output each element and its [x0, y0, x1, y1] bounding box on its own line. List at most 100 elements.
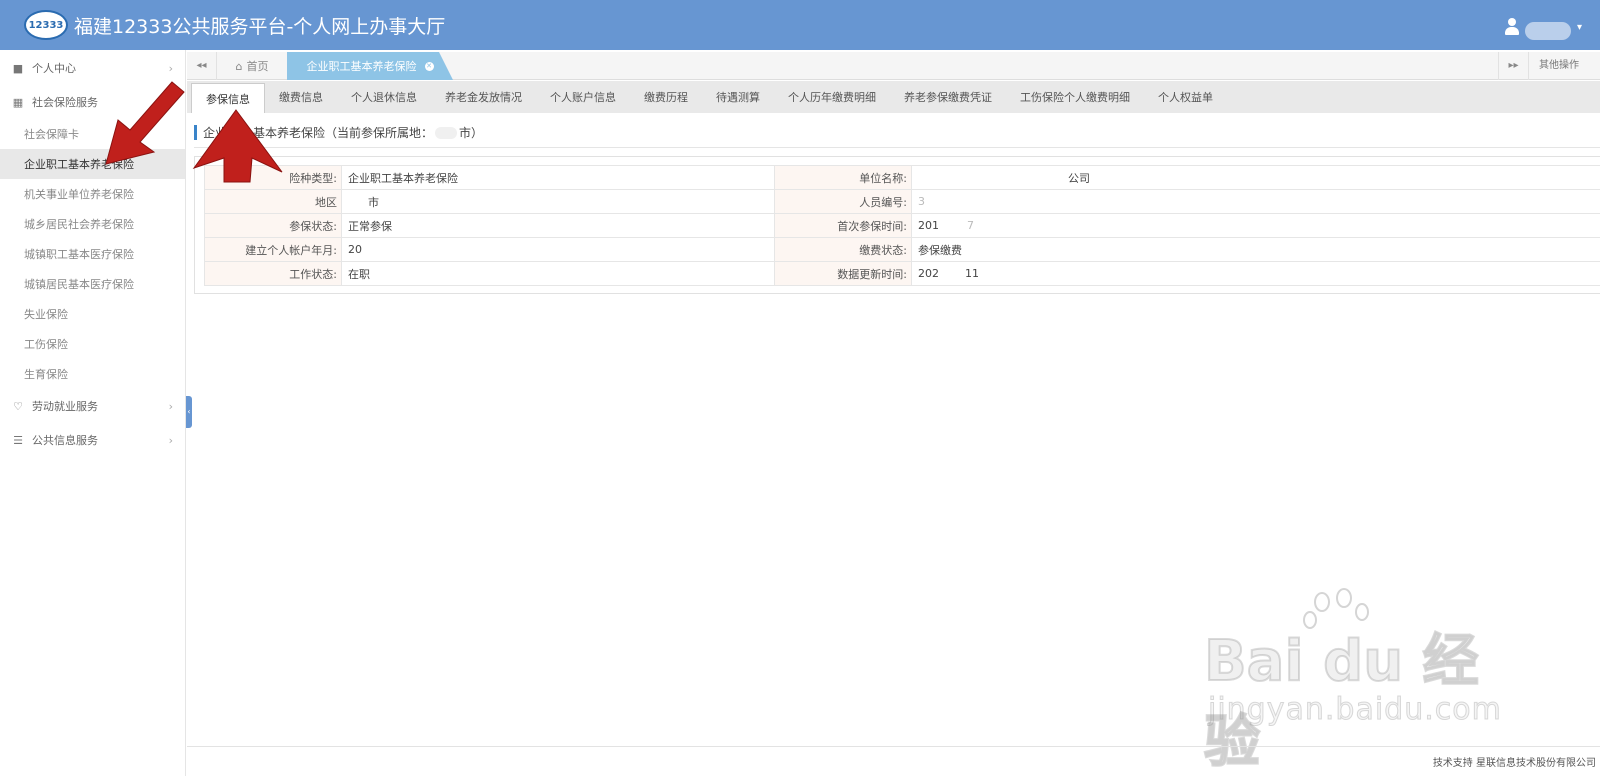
sidebar-item-work-injury[interactable]: 工伤保险 [0, 329, 185, 359]
value-data-update-time: 202 11 [911, 261, 1600, 286]
update-time-prefix: 202 [918, 267, 939, 280]
grid-icon: ▦ [12, 95, 24, 109]
sidebar-group-label: 个人中心 [32, 62, 76, 75]
sidebar-item-employee-medical[interactable]: 城镇职工基本医疗保险 [0, 239, 185, 269]
table-row: 参保状态: 正常参保 首次参保时间: 201 7 [204, 213, 1600, 238]
subtab-insurance-info[interactable]: 参保信息 [191, 83, 265, 113]
user-menu[interactable]: ▾ [1504, 14, 1582, 40]
value-work-status: 在职 [341, 261, 775, 286]
chevron-right-icon: › [168, 399, 173, 413]
sidebar-group-social-insurance[interactable]: ▦ 社会保险服务 ⌄ [0, 85, 185, 119]
first-enroll-prefix: 201 [918, 219, 939, 232]
subtab-retirement-info[interactable]: 个人退休信息 [337, 81, 431, 113]
table-row: 工作状态: 在职 数据更新时间: 202 11 [204, 261, 1600, 286]
other-operations-button[interactable]: 其他操作 [1528, 52, 1600, 80]
sidebar-group-label: 劳动就业服务 [32, 400, 98, 413]
label-payment-status: 缴费状态: [774, 237, 912, 262]
user-icon: ■ [12, 61, 24, 75]
value-employer-name: 公司 [911, 165, 1600, 190]
table-row: 地区 市 人员编号: 3 [204, 189, 1600, 214]
table-row: 建立个人帐户年月: 20 缴费状态: 参保缴费 [204, 237, 1600, 262]
insurance-info-table: 险种类型: 企业职工基本养老保险 单位名称: 公司 地区 市 人员编号: 3 参… [204, 165, 1600, 286]
label-person-id: 人员编号: [774, 189, 912, 214]
subtab-pension-payout[interactable]: 养老金发放情况 [431, 81, 536, 113]
tab-enterprise-pension[interactable]: 企业职工基本养老保险 ✕ [287, 52, 453, 80]
sidebar-item-social-security-card[interactable]: 社会保障卡 [0, 119, 185, 149]
baidu-watermark: Bai du 经验 jingyan.baidu.com [1200, 588, 1502, 776]
app-title: 福建12333公共服务平台-个人网上办事大厅 [74, 16, 446, 38]
value-first-enroll-date: 201 7 [911, 213, 1600, 238]
chevron-down-icon: ⌄ [163, 95, 173, 109]
sidebar-group-label: 社会保险服务 [32, 96, 98, 109]
label-insurance-status: 参保状态: [204, 213, 342, 238]
logo-text: 12333 [28, 19, 64, 31]
first-enroll-suffix: 7 [967, 219, 974, 232]
value-person-id: 3 [911, 189, 1600, 214]
section-title: 企业 基本养老保险（当前参保所属地： 市） [194, 124, 483, 141]
tab-home-label: 首页 [246, 60, 269, 73]
footer-text: 技术支持 星联信息技术股份有限公司 [1432, 758, 1596, 769]
title-accent-bar [194, 125, 197, 140]
sidebar-item-urban-rural-pension[interactable]: 城乡居民社会养老保险 [0, 209, 185, 239]
chevron-right-icon: › [168, 433, 173, 447]
subtab-account-info[interactable]: 个人账户信息 [536, 81, 630, 113]
tab-bar: ◂◂ ⌂ 首页 企业职工基本养老保险 ✕ ▸▸ 其他操作 [187, 52, 1600, 80]
section-title-part3: 市） [459, 126, 484, 140]
subtab-benefit-calc[interactable]: 待遇测算 [702, 81, 774, 113]
divider [194, 147, 1600, 148]
heart-icon: ♡ [13, 399, 23, 413]
label-data-update-time: 数据更新时间: [774, 261, 912, 286]
label-work-status: 工作状态: [204, 261, 342, 286]
sidebar-item-enterprise-pension[interactable]: 企业职工基本养老保险 [0, 149, 185, 179]
watermark-url: jingyan.baidu.com [1208, 692, 1502, 728]
sidebar-item-maternity[interactable]: 生育保险 [0, 359, 185, 389]
blurred-text [435, 126, 458, 139]
sidebar-group-label: 公共信息服务 [32, 434, 98, 447]
label-first-enroll-date: 首次参保时间: [774, 213, 912, 238]
subtab-payment-history[interactable]: 缴费历程 [630, 81, 702, 113]
blurred-text [229, 126, 252, 139]
sidebar-item-resident-medical[interactable]: 城镇居民基本医疗保险 [0, 269, 185, 299]
sidebar-collapse-handle[interactable]: ‹ [186, 396, 192, 428]
footer-divider [187, 746, 1600, 747]
update-time-suffix: 11 [965, 267, 979, 280]
sidebar-item-institution-pension[interactable]: 机关事业单位养老保险 [0, 179, 185, 209]
subtab-yearly-details[interactable]: 个人历年缴费明细 [774, 81, 890, 113]
chevron-right-icon: › [168, 61, 173, 75]
table-row: 险种类型: 企业职工基本养老保险 单位名称: 公司 [204, 165, 1600, 190]
tab-active-label: 企业职工基本养老保险 [306, 60, 417, 73]
list-icon: ☰ [13, 433, 23, 447]
subtab-injury-details[interactable]: 工伤保险个人缴费明细 [1006, 81, 1144, 113]
close-icon[interactable]: ✕ [424, 61, 434, 71]
subtab-payment-certificate[interactable]: 养老参保缴费凭证 [890, 81, 1006, 113]
label-employer-name: 单位名称: [774, 165, 912, 190]
tab-scroll-right-button[interactable]: ▸▸ [1498, 52, 1528, 80]
subtab-payment-info[interactable]: 缴费信息 [265, 81, 337, 113]
sidebar: ■ 个人中心 › ▦ 社会保险服务 ⌄ 社会保障卡 企业职工基本养老保险 机关事… [0, 50, 186, 776]
value-region: 市 [341, 189, 775, 214]
label-account-month: 建立个人帐户年月: [204, 237, 342, 262]
tab-scroll-left-button[interactable]: ◂◂ [187, 52, 217, 80]
subtab-rights-statement[interactable]: 个人权益单 [1144, 81, 1227, 113]
top-header: 12333 福建12333公共服务平台-个人网上办事大厅 ▾ [0, 0, 1600, 50]
tab-home[interactable]: ⌂ 首页 [217, 52, 287, 80]
value-insurance-status: 正常参保 [341, 213, 775, 238]
sidebar-item-unemployment[interactable]: 失业保险 [0, 299, 185, 329]
label-insurance-type: 险种类型: [204, 165, 342, 190]
employer-name-suffix: 公司 [1068, 171, 1090, 185]
chevron-down-icon: ▾ [1576, 21, 1582, 33]
insurance-info-panel: 险种类型: 企业职工基本养老保险 单位名称: 公司 地区 市 人员编号: 3 参… [194, 156, 1600, 294]
user-icon [1504, 18, 1519, 36]
blurred-username [1524, 22, 1571, 40]
section-title-part2: 基本养老保险（当前参保所属地： [253, 126, 434, 140]
subtab-bar: 参保信息 缴费信息 个人退休信息 养老金发放情况 个人账户信息 缴费历程 待遇测… [187, 81, 1600, 113]
region-suffix: 市 [368, 195, 379, 209]
sidebar-group-personal-center[interactable]: ■ 个人中心 › [0, 51, 185, 85]
sidebar-group-public-info[interactable]: ☰ 公共信息服务 › [0, 423, 185, 457]
value-insurance-type: 企业职工基本养老保险 [341, 165, 775, 190]
value-account-month: 20 [341, 237, 775, 262]
sidebar-group-employment[interactable]: ♡ 劳动就业服务 › [0, 389, 185, 423]
logo: 12333 [24, 10, 68, 40]
home-icon: ⌂ [235, 59, 243, 73]
label-region: 地区 [204, 189, 342, 214]
